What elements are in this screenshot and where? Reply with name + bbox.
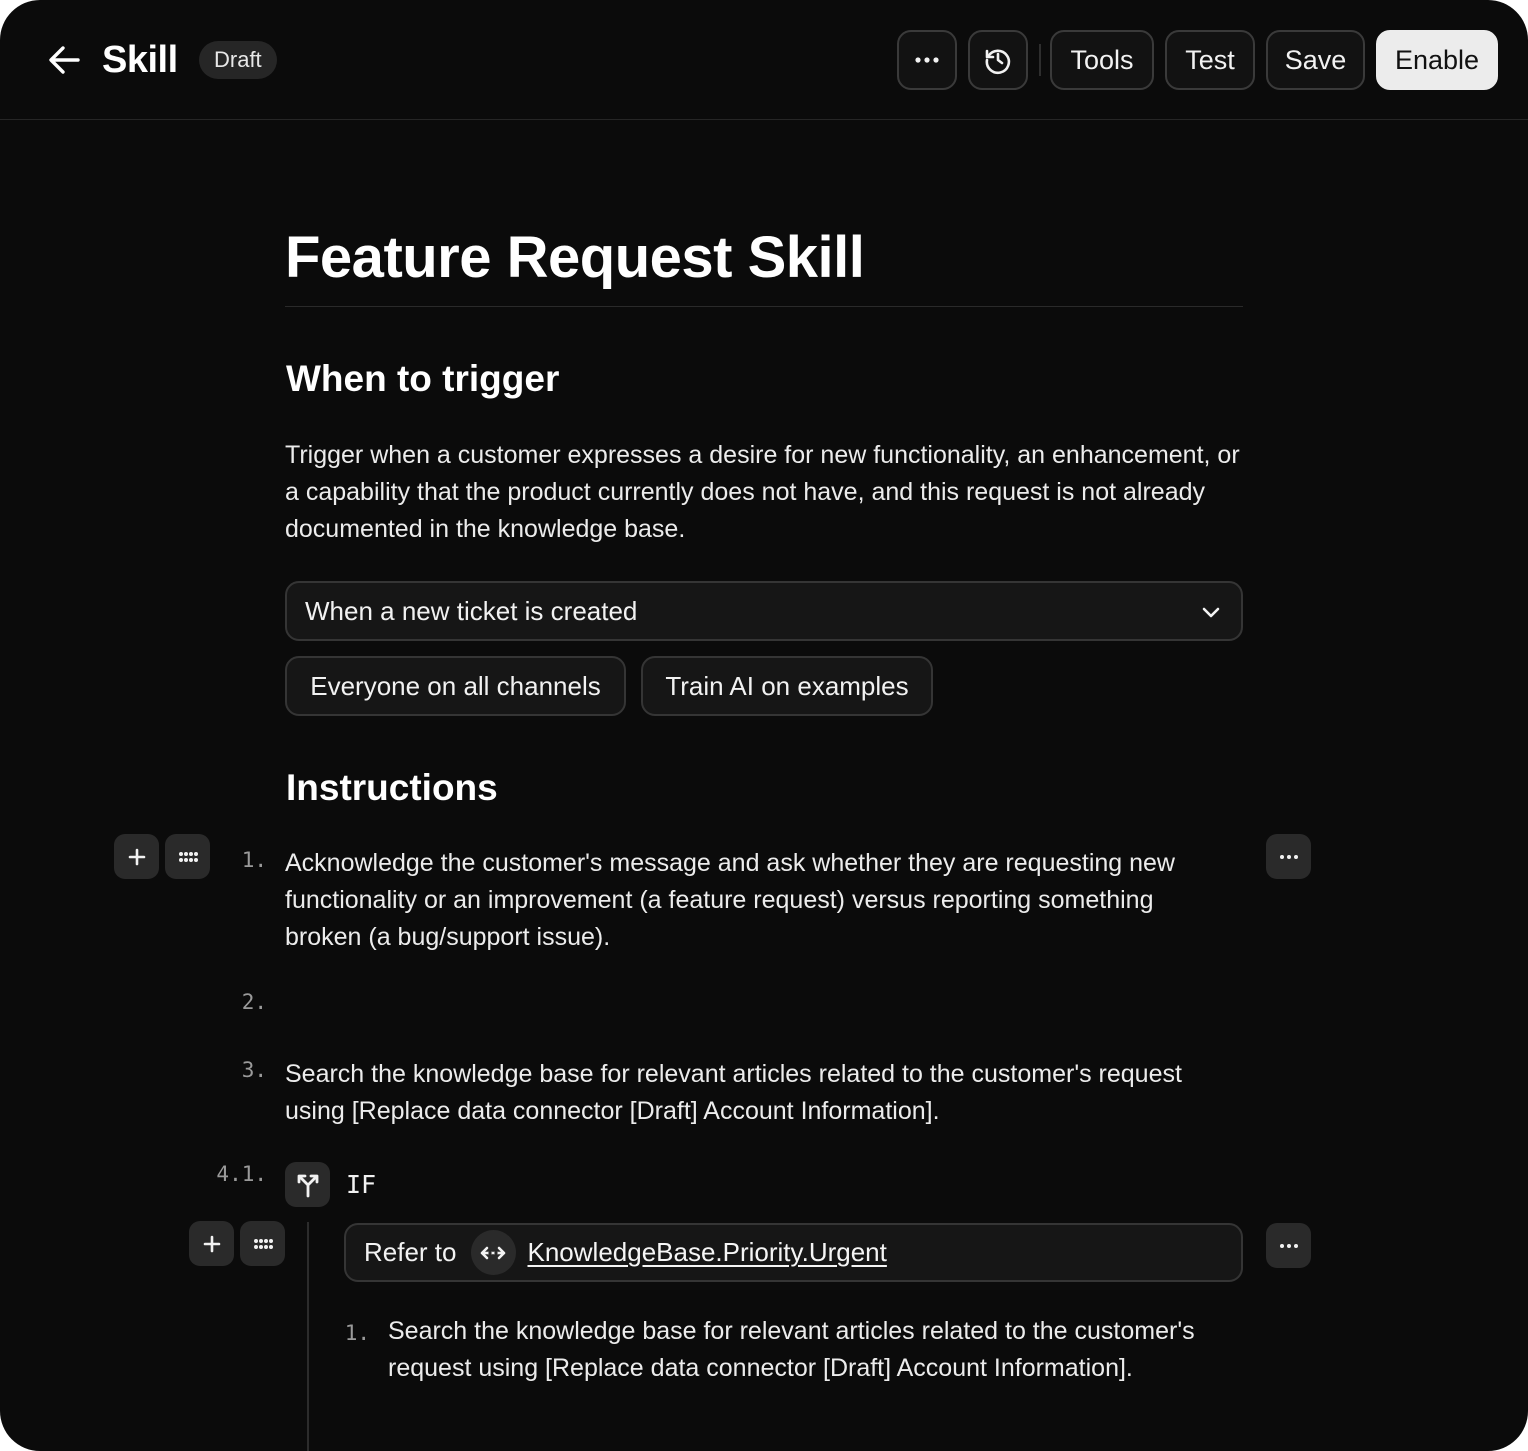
condition-branch-line: [307, 1222, 309, 1451]
step-number: 2.: [241, 990, 267, 1014]
ellipsis-icon: [1279, 854, 1298, 859]
trigger-select[interactable]: When a new ticket is created: [285, 581, 1243, 641]
step-number: 1.: [241, 848, 267, 872]
drag-handle[interactable]: [240, 1221, 285, 1266]
tools-button[interactable]: Tools: [1050, 30, 1154, 90]
plus-icon: [128, 848, 145, 865]
train-ai-chip[interactable]: Train AI on examples: [641, 656, 933, 716]
trigger-heading: When to trigger: [286, 358, 560, 399]
step-text-empty[interactable]: [285, 983, 1245, 1020]
skill-title[interactable]: Feature Request Skill: [285, 222, 865, 294]
sub-step-text[interactable]: Search the knowledge base for relevant a…: [388, 1313, 1218, 1387]
grip-icon: [178, 851, 198, 862]
app-window: Skill Draft Tools Test Save Enable Featu…: [0, 0, 1528, 1451]
test-button[interactable]: Test: [1165, 30, 1255, 90]
audience-chip[interactable]: Everyone on all channels: [285, 656, 626, 716]
app-title: Skill: [102, 39, 178, 81]
toolbar-divider: [1039, 44, 1041, 76]
trigger-description[interactable]: Trigger when a customer expresses a desi…: [285, 437, 1245, 548]
branch-icon: [297, 1174, 318, 1197]
chevron-down-icon: [1202, 607, 1220, 618]
condition-label: IF: [346, 1170, 377, 1199]
history-button[interactable]: [968, 30, 1028, 90]
history-icon: [985, 49, 1011, 75]
step-text[interactable]: Acknowledge the customer's message and a…: [285, 845, 1230, 956]
refer-label: Refer to: [364, 1237, 457, 1267]
branch-button[interactable]: [285, 1162, 330, 1207]
step-more-button[interactable]: [1266, 834, 1311, 879]
condition-refer-field[interactable]: Refer to KnowledgeBase.Priority.Urgent: [344, 1223, 1243, 1282]
step-text[interactable]: Search the knowledge base for relevant a…: [285, 1056, 1230, 1130]
condition-more-button[interactable]: [1266, 1223, 1311, 1268]
drag-handle[interactable]: [165, 834, 210, 879]
more-options-button[interactable]: [897, 30, 957, 90]
trigger-select-value: When a new ticket is created: [305, 595, 638, 626]
grip-icon: [253, 1238, 273, 1249]
arrow-left-icon: [49, 46, 80, 74]
knowledge-base-link[interactable]: KnowledgeBase.Priority.Urgent: [528, 1237, 887, 1268]
ellipsis-icon: [915, 57, 939, 63]
link-icon: [470, 1230, 516, 1275]
step-number: 3.: [241, 1058, 267, 1082]
back-button[interactable]: [42, 38, 86, 82]
add-condition-step-button[interactable]: [189, 1221, 234, 1266]
condition-number: 4.1.: [216, 1162, 267, 1186]
sub-step-number: 1.: [344, 1321, 370, 1345]
instructions-heading: Instructions: [286, 767, 498, 808]
enable-button[interactable]: Enable: [1376, 30, 1498, 90]
top-bar: Skill Draft Tools Test Save Enable: [0, 0, 1528, 120]
status-badge: Draft: [199, 41, 277, 79]
title-divider: [285, 306, 1243, 307]
ellipsis-icon: [1279, 1243, 1298, 1248]
save-button[interactable]: Save: [1266, 30, 1365, 90]
plus-icon: [203, 1235, 220, 1252]
add-step-button[interactable]: [114, 834, 159, 879]
